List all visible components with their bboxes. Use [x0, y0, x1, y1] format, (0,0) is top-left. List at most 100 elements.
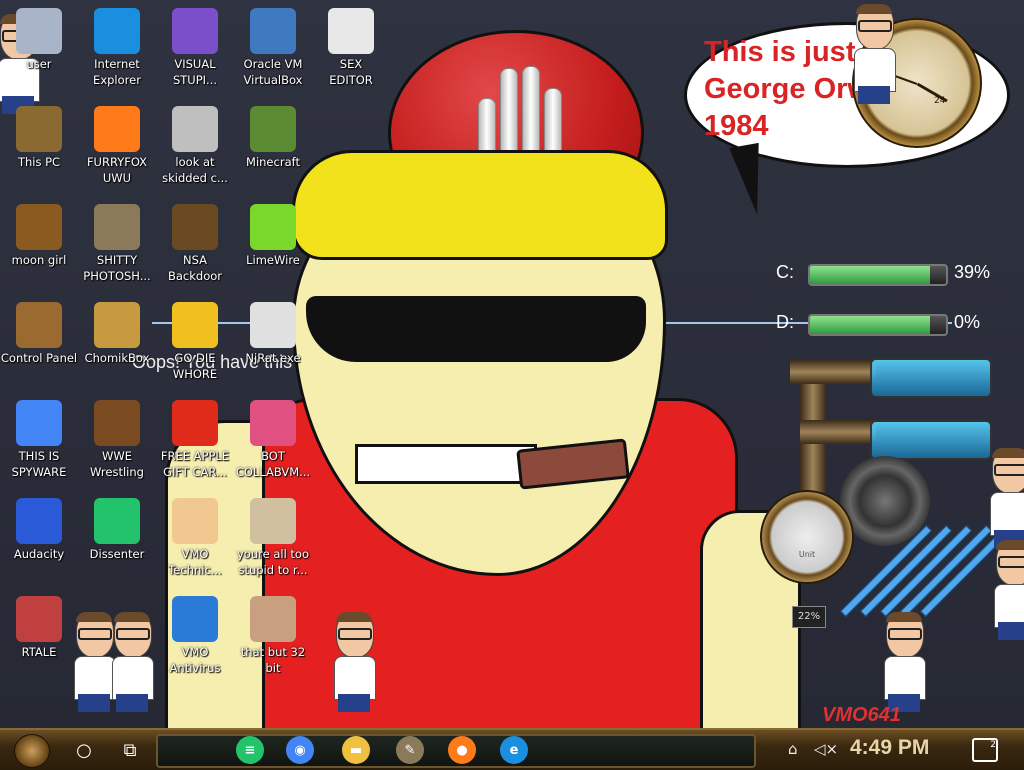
desktop-icon[interactable]: Control Panel [0, 298, 79, 388]
desktop-icon-label: VISUAL STUPI... [172, 57, 218, 87]
desktop-icon-label: Oracle VM VirtualBox [243, 57, 303, 87]
chrome-icon[interactable]: ◉ [286, 736, 314, 764]
desktop-icon[interactable]: Audacity [0, 494, 79, 584]
desktop-icon-label: GO DIE WHORE [172, 351, 218, 381]
technician-icon [172, 498, 218, 544]
start-button[interactable] [14, 734, 50, 768]
computer-icon [16, 106, 62, 152]
desktop-icon[interactable]: VMO Technic... [155, 494, 235, 584]
desktop-icon[interactable]: user [0, 4, 79, 94]
desktop-icon-label: moon girl [11, 253, 67, 267]
task-view-button[interactable]: ⧉ [112, 734, 148, 766]
desktop-icon[interactable]: NjRat.exe [233, 298, 313, 388]
desktop-icon[interactable]: Minecraft [233, 102, 313, 192]
skull-icon [250, 302, 296, 348]
coolant-tube [870, 358, 992, 398]
dissenter-icon [94, 498, 140, 544]
edge-icon[interactable]: e [500, 736, 528, 764]
watermark: VMO641 [822, 704, 901, 726]
notification-count: 2 [990, 740, 996, 750]
meme-sunglasses [306, 296, 646, 362]
hxd-icon [328, 8, 374, 54]
desktop-icon[interactable]: look at skidded c... [155, 102, 235, 192]
hank-figure [850, 4, 898, 104]
desktop-icon[interactable]: GO DIE WHORE [155, 298, 235, 388]
hank-figure [986, 448, 1024, 548]
desktop-icon-label: Minecraft [246, 155, 300, 169]
limewire-icon [250, 204, 296, 250]
desktop-icon-label: Dissenter [89, 547, 145, 561]
gimp-icon[interactable]: ✎ [396, 736, 424, 764]
portrait-icon [250, 498, 296, 544]
minecraft-icon [250, 106, 296, 152]
steam-pipe [800, 420, 876, 444]
steam-rods [840, 520, 1012, 620]
notification-center-button[interactable]: 2 [972, 738, 998, 762]
gauge-icon: Unit [760, 490, 854, 584]
user-folder-icon [16, 8, 62, 54]
desktop-icon[interactable]: Dissenter [77, 494, 157, 584]
chrome-icon [16, 400, 62, 446]
rtale-icon [16, 596, 62, 642]
firefox-icon[interactable]: ● [448, 736, 476, 764]
desktop-icon[interactable]: FREE APPLE GIFT CAR... [155, 396, 235, 486]
desktop: This is just like George Orwell's 1984 O… [0, 0, 1024, 728]
meme-teeth [355, 444, 537, 484]
audacity-icon [16, 498, 62, 544]
desktop-icon[interactable]: FURRYFOX UWU [77, 102, 157, 192]
desktop-icon[interactable]: LimeWire [233, 200, 313, 290]
desktop-icon-label: SHITTY PHOTOSH... [83, 253, 151, 283]
drive-usage-percent: 0% [954, 312, 981, 332]
drive-letter: C: [776, 262, 794, 282]
virtualbox-icon [250, 8, 296, 54]
volume-muted-icon[interactable]: ◁× [814, 740, 838, 758]
gimp-icon [94, 204, 140, 250]
desktop-icon-label: LimeWire [246, 253, 300, 267]
desktop-icon[interactable]: youre all too stupid to r... [233, 494, 313, 584]
search-icon: ○ [76, 739, 92, 761]
desktop-icon[interactable]: RTALE [0, 592, 79, 682]
desktop-icon[interactable]: VISUAL STUPI... [155, 4, 235, 94]
network-icon[interactable]: ⌂ [788, 740, 798, 758]
dissenter-icon[interactable]: ≡ [236, 736, 264, 764]
desktop-icon-label: that but 32 bit [240, 645, 306, 675]
desktop-icon[interactable]: BOT COLLABVM... [233, 396, 313, 486]
gauge-label: Unit [798, 550, 816, 559]
gauge-counter: 22% [792, 606, 826, 628]
desktop-icon-label: look at skidded c... [162, 155, 228, 185]
drive-usage-bar [808, 314, 948, 336]
desktop-icon[interactable]: ChomikBox [77, 298, 157, 388]
desktop-icon-label: VMO Antivirus [169, 645, 221, 675]
firefox-icon [94, 106, 140, 152]
desktop-icon[interactable]: WWE Wrestling [77, 396, 157, 486]
clock-time[interactable]: 4:49 PM [850, 736, 929, 760]
desktop-icon[interactable]: moon girl [0, 200, 79, 290]
chomikbox-icon [94, 302, 140, 348]
desktop-icon[interactable]: NSA Backdoor [155, 200, 235, 290]
drive-usage-fill [810, 266, 930, 284]
desktop-icon-label: NjRat.exe [245, 351, 301, 365]
file-explorer-icon[interactable]: ▬ [342, 736, 370, 764]
clock-subdial: 24 [934, 96, 946, 106]
nsa-backdoor-icon [172, 204, 218, 250]
hank-figure [330, 612, 378, 712]
desktop-icon[interactable]: SHITTY PHOTOSH... [77, 200, 157, 290]
desktop-icon[interactable]: VMO Antivirus [155, 592, 235, 682]
portrait-icon [250, 596, 296, 642]
desktop-icon-label: user [26, 57, 52, 71]
drive-usage-bar [808, 264, 948, 286]
desktop-icon[interactable]: Oracle VM VirtualBox [233, 4, 313, 94]
desktop-icon-label: Internet Explorer [93, 57, 141, 87]
desktop-icon[interactable]: THIS IS SPYWARE [0, 396, 79, 486]
desktop-icon[interactable]: that but 32 bit [233, 592, 313, 682]
drive-meter: C: 39% [742, 258, 1002, 288]
desktop-icon[interactable]: This PC [0, 102, 79, 192]
die-icon [172, 302, 218, 348]
meme-cap [292, 150, 668, 260]
desktop-icon-label: FREE APPLE GIFT CAR... [160, 449, 230, 479]
control-panel-icon [16, 302, 62, 348]
desktop-icon[interactable]: SEX EDITOR [311, 4, 391, 94]
desktop-icon-label: WWE Wrestling [90, 449, 144, 479]
desktop-icon[interactable]: Internet Explorer [77, 4, 157, 94]
search-button[interactable]: ○ [66, 734, 102, 766]
